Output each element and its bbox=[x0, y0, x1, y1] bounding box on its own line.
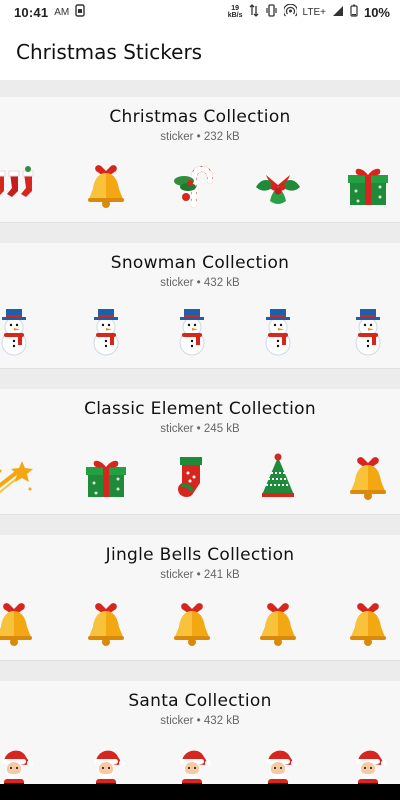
gift-box-icon bbox=[340, 157, 396, 213]
sticker-row bbox=[0, 157, 400, 217]
network-type: LTE+ bbox=[302, 6, 326, 18]
bell-icon bbox=[340, 449, 396, 505]
sticker-row bbox=[0, 595, 400, 655]
status-time: 10:41 bbox=[14, 4, 49, 20]
collection-card[interactable]: Snowman Collection sticker • 432 kB bbox=[0, 243, 400, 369]
collection-meta: sticker • 432 kB bbox=[160, 715, 240, 727]
snowman-icon bbox=[250, 303, 306, 359]
collection-title: Snowman Collection bbox=[110, 253, 290, 273]
data-transfer-icon bbox=[249, 4, 259, 20]
collection-title: Jingle Bells Collection bbox=[105, 545, 295, 565]
bell-icon bbox=[250, 595, 306, 651]
snowman-icon bbox=[340, 303, 396, 359]
gift-box-icon bbox=[78, 449, 134, 505]
bell-icon bbox=[78, 157, 134, 213]
collection-meta: sticker • 432 kB bbox=[160, 277, 240, 289]
snowman-icon bbox=[164, 303, 220, 359]
christmas-tree-icon bbox=[250, 449, 306, 505]
collection-list: Christmas Collection sticker • 232 kB Sn… bbox=[0, 97, 400, 800]
candy-cane-icon bbox=[164, 157, 220, 213]
shooting-star-icon bbox=[0, 449, 42, 505]
stockings-icon bbox=[0, 157, 42, 213]
stocking-icon bbox=[164, 449, 220, 505]
network-speed: 19 kB/s bbox=[227, 5, 243, 19]
app-bar: Christmas Stickers bbox=[0, 24, 400, 80]
status-badge: AM bbox=[54, 6, 70, 18]
signal-icon bbox=[332, 5, 344, 20]
collection-meta: sticker • 232 kB bbox=[160, 131, 240, 143]
navigation-bar bbox=[0, 784, 400, 800]
collection-card[interactable]: Christmas Collection sticker • 232 kB bbox=[0, 97, 400, 223]
battery-icon bbox=[350, 4, 358, 20]
collection-card[interactable]: Santa Collection sticker • 432 kB bbox=[0, 681, 400, 800]
collection-title: Santa Collection bbox=[128, 691, 272, 711]
bell-icon bbox=[340, 595, 396, 651]
status-bar: 10:41 AM 19 kB/s LTE+ 10% bbox=[0, 0, 400, 24]
hotspot-icon bbox=[282, 3, 298, 20]
bell-icon bbox=[164, 595, 220, 651]
snowman-icon bbox=[0, 303, 42, 359]
sticker-row bbox=[0, 303, 400, 363]
collection-title: Classic Element Collection bbox=[84, 399, 316, 419]
page-title: Christmas Stickers bbox=[16, 40, 203, 64]
collection-card[interactable]: Classic Element Collection sticker • 245… bbox=[0, 389, 400, 515]
bell-icon bbox=[0, 595, 42, 651]
vibrate-icon bbox=[265, 4, 278, 20]
battery-level: 10% bbox=[363, 4, 390, 20]
bell-icon bbox=[78, 595, 134, 651]
sim-icon bbox=[75, 4, 85, 20]
holly-icon bbox=[250, 157, 306, 213]
collection-meta: sticker • 245 kB bbox=[160, 423, 240, 435]
collection-card[interactable]: Jingle Bells Collection sticker • 241 kB bbox=[0, 535, 400, 661]
collection-title: Christmas Collection bbox=[109, 107, 291, 127]
snowman-icon bbox=[78, 303, 134, 359]
collection-meta: sticker • 241 kB bbox=[160, 569, 240, 581]
sticker-row bbox=[0, 449, 400, 509]
